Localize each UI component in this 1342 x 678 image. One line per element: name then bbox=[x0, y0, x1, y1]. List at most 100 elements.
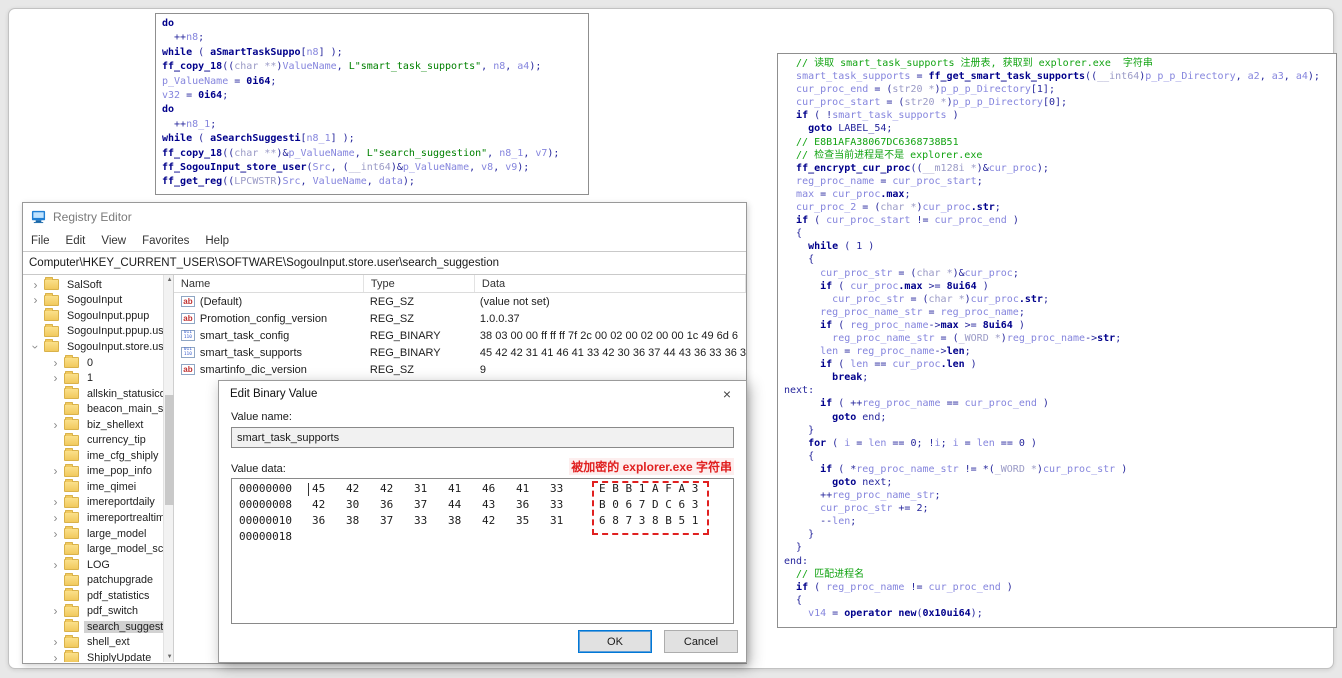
registry-value-row[interactable]: 011 110 smart_task_config REG_BINARY 38 03 0… bbox=[174, 327, 746, 344]
hex-byte[interactable]: 36 bbox=[312, 514, 346, 527]
hex-byte[interactable]: 30 bbox=[346, 498, 380, 511]
tree-item-label: ime_cfg_shiply bbox=[87, 449, 159, 462]
close-icon[interactable]: × bbox=[708, 381, 746, 407]
expand-collapsed-icon[interactable]: › bbox=[50, 605, 61, 617]
tree-item-SogouInput.ppup[interactable]: SogouInput.ppup bbox=[23, 308, 163, 324]
tree-item-beacon_main_switch[interactable]: beacon_main_switch bbox=[23, 401, 163, 417]
hex-byte[interactable]: 43 bbox=[482, 498, 516, 511]
menu-help[interactable]: Help bbox=[197, 235, 237, 247]
tree-item-SogouInput.ppup.user[interactable]: SogouInput.ppup.user bbox=[23, 323, 163, 340]
tree-item-1[interactable]: › 1 bbox=[23, 370, 163, 386]
hex-byte[interactable]: 31 bbox=[414, 482, 448, 495]
value-name-label: Value name: bbox=[231, 411, 292, 423]
registry-value-row[interactable]: ab Promotion_config_version REG_SZ 1.0.0.37 bbox=[174, 310, 746, 327]
tree-item-ShiplyUpdate[interactable]: › ShiplyUpdate bbox=[23, 650, 163, 662]
folder-icon bbox=[64, 494, 79, 508]
code-line: next: bbox=[784, 385, 815, 397]
expand-collapsed-icon[interactable]: › bbox=[50, 372, 61, 384]
menu-favorites[interactable]: Favorites bbox=[134, 235, 197, 247]
hex-byte[interactable]: 31 bbox=[550, 514, 584, 527]
code-line: // 读取 smart_task_supports 注册表, 获取到 explo… bbox=[784, 58, 1153, 69]
expand-collapsed-icon[interactable]: › bbox=[30, 279, 41, 291]
menu-view[interactable]: View bbox=[93, 235, 134, 247]
registry-address-bar[interactable]: Computer\HKEY_CURRENT_USER\SOFTWARE\Sogo… bbox=[23, 251, 746, 275]
hex-byte[interactable]: 46 bbox=[482, 482, 516, 495]
hex-byte[interactable]: 33 bbox=[550, 482, 584, 495]
value-name-input[interactable] bbox=[231, 427, 734, 448]
hex-byte[interactable]: 37 bbox=[414, 498, 448, 511]
reg-sz-icon: ab bbox=[180, 364, 195, 375]
expand-collapsed-icon[interactable]: › bbox=[50, 357, 61, 369]
tree-item-large_model_scene[interactable]: large_model_scene bbox=[23, 541, 163, 557]
expand-collapsed-icon[interactable]: › bbox=[50, 528, 61, 540]
tree-item-shell_ext[interactable]: › shell_ext bbox=[23, 634, 163, 651]
expand-collapsed-icon[interactable]: › bbox=[50, 512, 61, 524]
folder-icon bbox=[64, 557, 79, 571]
expand-collapsed-icon[interactable]: › bbox=[50, 559, 61, 571]
tree-item-label: pdf_statistics bbox=[87, 589, 150, 602]
folder-icon bbox=[64, 386, 79, 400]
tree-item-large_model[interactable]: › large_model bbox=[23, 526, 163, 542]
tree-item-0[interactable]: › 0 bbox=[23, 355, 163, 371]
expand-collapsed-icon[interactable]: › bbox=[50, 636, 61, 648]
hex-byte[interactable]: 36 bbox=[516, 498, 550, 511]
hex-byte[interactable]: 35 bbox=[516, 514, 550, 527]
hex-byte[interactable]: 36 bbox=[380, 498, 414, 511]
tree-item-ime_pop_info[interactable]: › ime_pop_info bbox=[23, 463, 163, 480]
hex-byte[interactable]: 38 bbox=[448, 514, 482, 527]
hex-byte[interactable]: 41 bbox=[516, 482, 550, 495]
column-header-name[interactable]: Name bbox=[174, 275, 364, 292]
cancel-button[interactable]: Cancel bbox=[664, 630, 738, 653]
expand-collapsed-icon[interactable]: › bbox=[50, 496, 61, 508]
value-name: smart_task_supports bbox=[199, 346, 303, 359]
column-header-data[interactable]: Data bbox=[475, 275, 746, 292]
hex-byte[interactable]: 37 bbox=[380, 514, 414, 527]
tree-scrollbar[interactable]: ▲ ▼ bbox=[162, 275, 175, 662]
hex-byte[interactable]: 38 bbox=[346, 514, 380, 527]
hex-byte[interactable]: 42 bbox=[380, 482, 414, 495]
tree-item-pdf_switch[interactable]: › pdf_switch bbox=[23, 603, 163, 619]
tree-item-allskin_statusiconstatistics[interactable]: allskin_statusiconstatistics bbox=[23, 386, 163, 402]
hex-byte[interactable]: 33 bbox=[414, 514, 448, 527]
hex-byte[interactable]: 42 bbox=[312, 498, 346, 511]
expand-collapsed-icon[interactable]: › bbox=[50, 652, 61, 662]
registry-value-row[interactable]: ab smartinfo_dic_version REG_SZ 9 bbox=[174, 361, 746, 378]
hex-byte[interactable]: 44 bbox=[448, 498, 482, 511]
tree-item-currency_tip[interactable]: currency_tip bbox=[23, 432, 163, 448]
hex-editor[interactable]: 00000000 45 42 42 31 41 46 41 33 E B B 1 A F A 30… bbox=[231, 478, 734, 624]
hex-byte[interactable]: 42 bbox=[346, 482, 380, 495]
expand-collapsed-icon[interactable]: › bbox=[30, 294, 41, 306]
code-line: ff_SogouInput_store_user(Src, (__int64)&… bbox=[162, 162, 530, 174]
tree-item-ime_cfg_shiply[interactable]: ime_cfg_shiply bbox=[23, 448, 163, 464]
expand-expanded-icon[interactable]: › bbox=[29, 341, 43, 352]
tree-item-SogouInput.store.user[interactable]: › SogouInput.store.user bbox=[23, 339, 163, 355]
tree-item-search_suggestion[interactable]: search_suggestion bbox=[23, 619, 163, 635]
value-type: REG_SZ bbox=[369, 312, 414, 325]
hex-byte[interactable]: 45 bbox=[312, 482, 346, 495]
hex-byte[interactable]: 42 bbox=[482, 514, 516, 527]
tree-item-SogouInput[interactable]: › SogouInput bbox=[23, 292, 163, 309]
hex-byte[interactable]: 33 bbox=[550, 498, 584, 511]
tree-item-imereportrealtime[interactable]: › imereportrealtime bbox=[23, 510, 163, 526]
hex-byte[interactable]: 41 bbox=[448, 482, 482, 495]
tree-item-patchupgrade[interactable]: patchupgrade bbox=[23, 572, 163, 588]
tree-item-SalSoft[interactable]: › SalSoft bbox=[23, 277, 163, 293]
code-line: while ( aSmartTaskSuppo[n8] ); bbox=[162, 46, 343, 58]
registry-value-row[interactable]: 011 110 smart_task_supports REG_BINARY 45 42… bbox=[174, 344, 746, 361]
registry-value-row[interactable]: ab (Default) REG_SZ (value not set) bbox=[174, 293, 746, 310]
tree-item-imereportdaily[interactable]: › imereportdaily bbox=[23, 494, 163, 511]
tree-item-pdf_statistics[interactable]: pdf_statistics bbox=[23, 588, 163, 604]
folder-icon bbox=[64, 634, 79, 648]
ok-button[interactable]: OK bbox=[578, 630, 652, 653]
menu-edit[interactable]: Edit bbox=[58, 235, 94, 247]
menu-file[interactable]: File bbox=[23, 235, 58, 247]
tree-item-LOG[interactable]: › LOG bbox=[23, 557, 163, 573]
column-header-type[interactable]: Type bbox=[364, 275, 475, 292]
expand-collapsed-icon[interactable]: › bbox=[50, 465, 61, 477]
tree-item-biz_shellext[interactable]: › biz_shellext bbox=[23, 417, 163, 433]
code-line: cur_proc_str = (char *)cur_proc.str; bbox=[832, 293, 1049, 305]
value-name: Promotion_config_version bbox=[199, 312, 328, 325]
tree-item-ime_qimei[interactable]: ime_qimei bbox=[23, 479, 163, 495]
folder-icon bbox=[64, 448, 79, 462]
expand-collapsed-icon[interactable]: › bbox=[50, 419, 61, 431]
